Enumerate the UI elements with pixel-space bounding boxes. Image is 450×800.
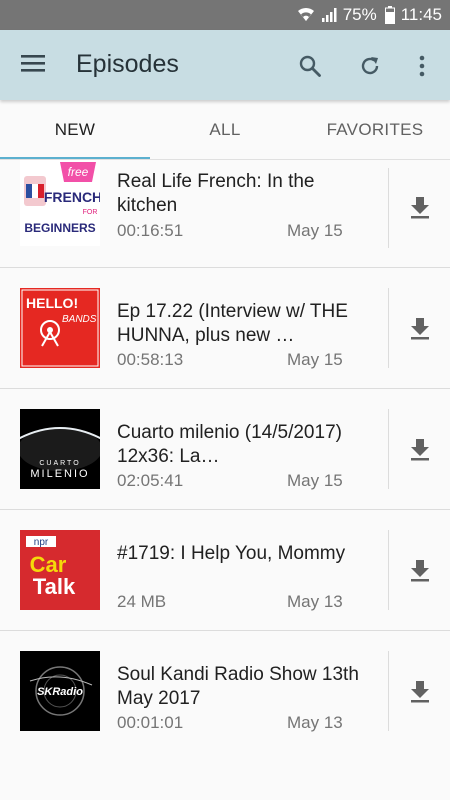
podcast-artwork: SKRadio [20,651,100,731]
battery-icon [384,6,395,24]
artwork-text: BEGINNERS [24,221,95,235]
episode-date: May 13 [287,713,343,732]
artwork-text: CUARTO [39,460,80,467]
download-icon[interactable] [405,555,435,585]
artwork-text: Talk [33,574,76,599]
tab-new[interactable]: NEW [0,100,150,160]
row-divider [388,288,389,368]
artwork-text: free [68,165,89,179]
artwork-text: npr [34,537,49,548]
page-title: Episodes [76,50,179,78]
podcast-artwork: free FRENCH FOR BEGINNERS [20,160,100,246]
clock: 11:45 [400,5,442,24]
signal-icon [321,7,337,23]
tab-bar: NEW ALL FAVORITES [0,100,450,160]
row-divider [388,651,389,731]
search-icon[interactable] [294,50,326,82]
row-divider [388,168,389,248]
episode-title: #1719: I Help You, Mommy [117,543,346,564]
episode-list: free FRENCH FOR BEGINNERS Real Life Fren… [0,160,450,752]
episode-date: May 13 [287,592,343,611]
episode-duration: 00:16:51 [117,221,184,240]
download-icon[interactable] [405,313,435,343]
episode-title: Real Life French: In the kitchen [117,171,315,216]
menu-icon[interactable] [20,52,50,78]
tab-favorites[interactable]: FAVORITES [300,100,450,160]
episode-duration: 02:05:41 [117,471,184,490]
podcast-artwork: HELLO! BANDS [20,288,100,368]
app-bar: Episodes [0,30,450,100]
download-icon[interactable] [405,192,435,222]
podcast-artwork: npr Car Talk [20,530,100,610]
episode-size: 24 MB [117,592,167,611]
episode-date: May 15 [287,221,343,240]
list-item[interactable]: free FRENCH FOR BEGINNERS Real Life Fren… [0,160,450,268]
episode-title: Ep 17.22 (Interview w/ THE HUNNA, plus n… [117,301,348,346]
episode-date: May 15 [287,350,343,369]
podcast-artwork: CUARTO MILENIO [20,409,100,489]
episode-title: Cuarto milenio (14/5/2017) 12x36: La… [117,422,342,467]
row-divider [388,530,389,610]
artwork-text: BANDS [62,314,97,325]
episode-date: May 15 [287,471,343,490]
row-divider [388,409,389,489]
artwork-text: HELLO! [26,295,78,311]
download-icon[interactable] [405,434,435,464]
artwork-text: FRENCH [44,189,100,205]
status-bar: 75% 11:45 [0,0,450,30]
episode-title: Soul Kandi Radio Show 13th May 2017 [117,664,359,709]
artwork-text: FOR [83,209,98,216]
download-icon[interactable] [405,676,435,706]
wifi-icon [297,7,315,23]
episode-duration: 00:58:13 [117,350,184,369]
list-item[interactable]: HELLO! BANDS Ep 17.22 (Interview w/ THE … [0,268,450,389]
more-options-icon[interactable] [406,50,438,82]
list-item[interactable]: SKRadio Soul Kandi Radio Show 13th May 2… [0,631,450,752]
artwork-text: MILENIO [30,468,89,480]
episode-duration: 00:01:01 [117,713,184,732]
refresh-icon[interactable] [354,50,386,82]
battery-percent: 75% [342,5,377,24]
list-item[interactable]: CUARTO MILENIO Cuarto milenio (14/5/2017… [0,389,450,510]
tab-all[interactable]: ALL [150,100,300,160]
artwork-text: SKRadio [37,686,83,698]
list-item[interactable]: npr Car Talk #1719: I Help You, Mommy 24… [0,510,450,631]
